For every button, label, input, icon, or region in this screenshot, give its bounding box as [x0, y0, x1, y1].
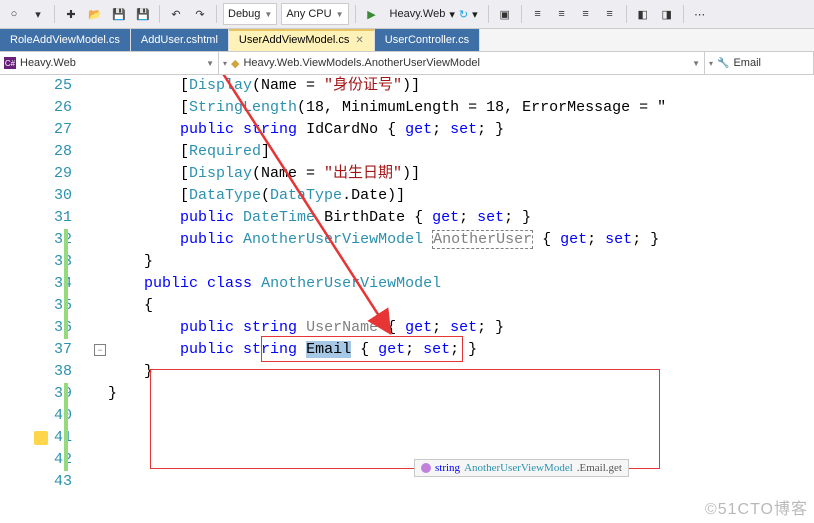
code-line[interactable]: public string Email { get; set; } [108, 339, 814, 361]
redo-icon[interactable]: ↷ [190, 4, 210, 24]
start-project-label: Heavy.Web [390, 8, 446, 20]
tab-adduser[interactable]: AddUser.cshtml [131, 29, 229, 51]
start-debug-button[interactable]: ▶ [362, 4, 382, 24]
lightbulb-icon[interactable] [34, 431, 48, 445]
line-number: 38 [0, 361, 72, 383]
code-line[interactable]: public string UserName { get; set; } [108, 317, 814, 339]
configuration-label: Debug [228, 8, 260, 20]
chevron-down-icon: ▼ [264, 10, 272, 19]
chevron-down-icon: ▾ [709, 59, 713, 68]
code-line[interactable]: } [108, 361, 814, 383]
code-line[interactable]: [Display(Name = "身份证号")] [108, 75, 814, 97]
line-number: 43 [0, 471, 72, 493]
forward-icon[interactable]: ▾ [28, 4, 48, 24]
code-line[interactable]: [Required] [108, 141, 814, 163]
project-dropdown[interactable]: C# Heavy.Web ▼ [0, 52, 219, 74]
save-all-icon[interactable]: 💾 [133, 4, 153, 24]
comment-icon[interactable]: ≡ [576, 4, 596, 24]
tooltip-prefix: string [435, 462, 460, 474]
indent-icon[interactable]: ≡ [528, 4, 548, 24]
new-icon[interactable]: ✚ [61, 4, 81, 24]
member-dropdown[interactable]: ▾ 🔧 Email [705, 52, 814, 74]
line-number: 37 [0, 339, 72, 361]
code-line[interactable]: [StringLength(18, MinimumLength = 18, Er… [108, 97, 814, 119]
outdent-icon[interactable]: ≡ [552, 4, 572, 24]
collapse-icon[interactable]: − [94, 344, 106, 356]
tab-roleaddviewmodel[interactable]: RoleAddViewModel.cs [0, 29, 131, 51]
tab-label: UserController.cs [385, 34, 469, 46]
line-number: 27 [0, 119, 72, 141]
line-number: 42 [0, 449, 72, 471]
configuration-select[interactable]: Debug ▼ [223, 3, 277, 25]
project-label: Heavy.Web [20, 57, 76, 69]
code-line[interactable]: [DataType(DataType.Date)] [108, 185, 814, 207]
undo-icon[interactable]: ↶ [166, 4, 186, 24]
line-number: 34 [0, 273, 72, 295]
property-icon [421, 463, 431, 473]
change-marker [64, 383, 68, 471]
line-number: 26 [0, 97, 72, 119]
tab-label: RoleAddViewModel.cs [10, 34, 120, 46]
code-line[interactable]: public string IdCardNo { get; set; } [108, 119, 814, 141]
chevron-down-icon: ▼ [336, 10, 344, 19]
save-icon[interactable]: 💾 [109, 4, 129, 24]
line-number: 32 [0, 229, 72, 251]
tab-label: UserAddViewModel.cs [239, 34, 349, 46]
tooltip-type: AnotherUserViewModel [464, 462, 573, 474]
line-number: 40 [0, 405, 72, 427]
line-number-gutter: 25262728293031323334353637383940414243 [0, 75, 94, 523]
line-number: 28 [0, 141, 72, 163]
svg-text:C#: C# [5, 59, 16, 68]
line-number: 29 [0, 163, 72, 185]
line-number: 35 [0, 295, 72, 317]
tooltip-suffix: .Email.get [577, 462, 622, 474]
next-icon[interactable]: ◨ [657, 4, 677, 24]
line-number: 31 [0, 207, 72, 229]
step-icon[interactable]: ▣ [495, 4, 515, 24]
scope-dropdown[interactable]: ▾ ◆ Heavy.Web.ViewModels.AnotherUserView… [219, 52, 705, 74]
class-icon: ◆ [231, 57, 239, 70]
intellisense-tooltip: string AnotherUserViewModel .Email.get [414, 459, 629, 477]
code-line[interactable]: } [108, 383, 814, 405]
code-line[interactable]: public DateTime BirthDate { get; set; } [108, 207, 814, 229]
member-label: Email [733, 57, 761, 69]
more-icon[interactable]: ⋯ [690, 4, 710, 24]
start-project-select[interactable]: Heavy.Web ▾ ↻ ▾ [386, 4, 482, 24]
document-tabs: RoleAddViewModel.cs AddUser.cshtml UserA… [0, 29, 814, 52]
bookmark-icon[interactable]: ◧ [633, 4, 653, 24]
code-editor[interactable]: 25262728293031323334353637383940414243 −… [0, 75, 814, 523]
tab-usercontroller[interactable]: UserController.cs [375, 29, 480, 51]
code-line[interactable]: { [108, 295, 814, 317]
chevron-down-icon: ▼ [692, 59, 700, 68]
csharp-project-icon: C# [4, 57, 16, 69]
close-icon[interactable]: ✕ [355, 35, 363, 46]
code-area[interactable]: [Display(Name = "身份证号")] [StringLength(1… [108, 75, 814, 523]
code-line[interactable]: } [108, 251, 814, 273]
main-toolbar: ○ ▾ ✚ 📂 💾 💾 ↶ ↷ Debug ▼ Any CPU ▼ ▶ Heavy.… [0, 0, 814, 29]
outline-margin: − [94, 75, 108, 523]
line-number: 33 [0, 251, 72, 273]
code-nav-bar: C# Heavy.Web ▼ ▾ ◆ Heavy.Web.ViewModels.… [0, 52, 814, 75]
back-icon[interactable]: ○ [4, 4, 24, 24]
tab-label: AddUser.cshtml [141, 34, 218, 46]
scope-label: Heavy.Web.ViewModels.AnotherUserViewMode… [243, 57, 479, 69]
chevron-down-icon: ▾ [223, 59, 227, 68]
wrench-icon: 🔧 [717, 58, 729, 69]
uncomment-icon[interactable]: ≡ [600, 4, 620, 24]
platform-select[interactable]: Any CPU ▼ [281, 3, 348, 25]
line-number: 36 [0, 317, 72, 339]
watermark: ©51CTO博客 [705, 495, 808, 519]
platform-label: Any CPU [286, 8, 331, 20]
tab-useraddviewmodel[interactable]: UserAddViewModel.cs ✕ [229, 29, 375, 51]
open-icon[interactable]: 📂 [85, 4, 105, 24]
line-number: 39 [0, 383, 72, 405]
code-line[interactable]: public class AnotherUserViewModel [108, 273, 814, 295]
code-line[interactable]: public AnotherUserViewModel AnotherUser … [108, 229, 814, 251]
line-number: 25 [0, 75, 72, 97]
chevron-down-icon: ▼ [206, 59, 214, 68]
code-line[interactable]: [Display(Name = "出生日期")] [108, 163, 814, 185]
change-marker [64, 229, 68, 339]
line-number: 30 [0, 185, 72, 207]
